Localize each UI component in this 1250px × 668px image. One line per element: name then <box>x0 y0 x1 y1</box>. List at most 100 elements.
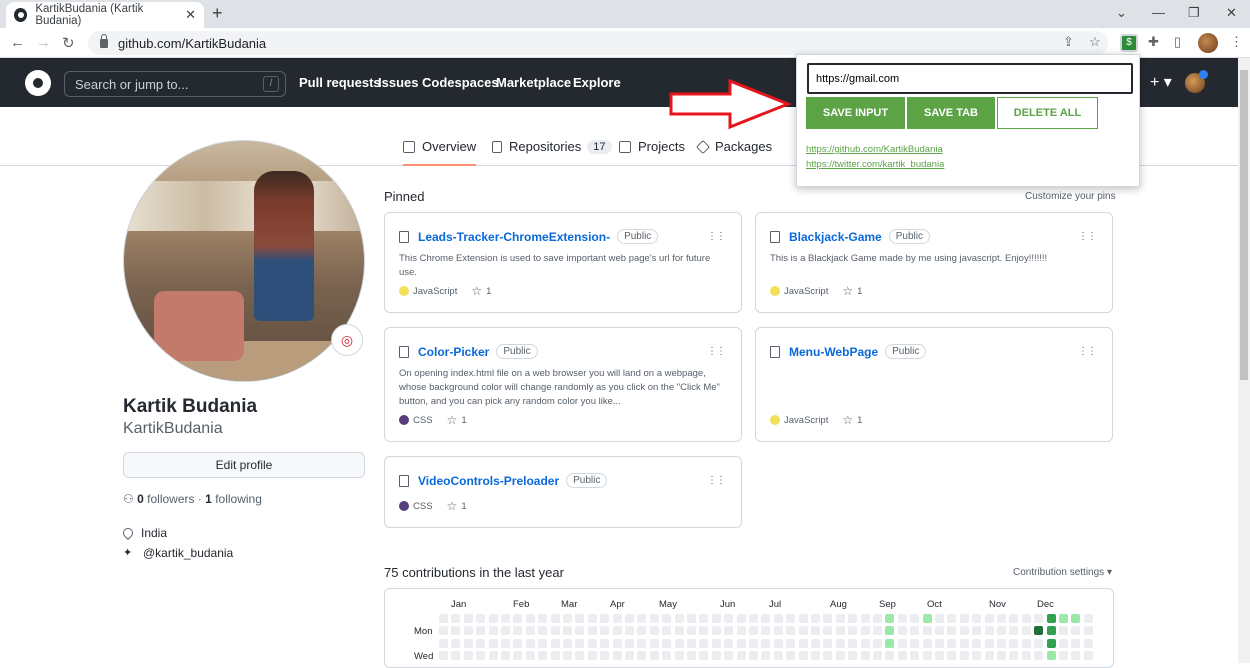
contribution-day-cell[interactable] <box>1083 614 1093 623</box>
contribution-day-cell[interactable] <box>959 626 969 636</box>
page-scrollbar[interactable] <box>1238 58 1250 663</box>
contribution-day-cell[interactable] <box>674 638 684 648</box>
contribution-day-cell[interactable] <box>563 638 572 648</box>
contribution-day-cell[interactable] <box>823 651 833 661</box>
contribution-day-cell[interactable] <box>897 651 907 661</box>
repo-stars[interactable]: 1 <box>857 286 862 297</box>
contribution-day-cell[interactable] <box>860 651 870 661</box>
contribution-day-cell[interactable] <box>513 614 523 623</box>
contribution-day-cell[interactable] <box>860 626 870 636</box>
contribution-day-cell[interactable] <box>972 638 982 648</box>
tab-search-icon[interactable]: ⌄ <box>1116 5 1127 21</box>
address-bar[interactable]: github.com/KartikBudania <box>88 31 1108 55</box>
contribution-day-cell[interactable] <box>997 614 1006 623</box>
contribution-day-cell[interactable] <box>550 638 560 648</box>
nav-issues[interactable]: Issues <box>378 75 418 90</box>
tab-close-icon[interactable]: ✕ <box>185 7 196 23</box>
bookmark-star-icon[interactable]: ☆ <box>1089 34 1101 50</box>
contribution-day-cell[interactable] <box>600 626 610 636</box>
contribution-day-cell[interactable] <box>922 626 932 636</box>
contribution-day-cell[interactable] <box>848 651 858 661</box>
contribution-day-cell[interactable] <box>550 614 560 623</box>
contribution-day-cell[interactable] <box>687 626 696 636</box>
contribution-day-cell[interactable] <box>488 614 498 623</box>
minimize-button[interactable]: — <box>1152 5 1165 20</box>
contribution-day-cell[interactable] <box>947 626 957 636</box>
contribution-day-cell[interactable] <box>749 626 758 636</box>
contribution-day-cell[interactable] <box>873 626 882 636</box>
contribution-day-cell[interactable] <box>501 626 510 636</box>
repo-name-link[interactable]: Leads-Tracker-ChromeExtension- <box>418 230 610 244</box>
contribution-day-cell[interactable] <box>910 614 920 623</box>
side-panel-icon[interactable]: ▯ <box>1174 34 1181 50</box>
contribution-day-cell[interactable] <box>798 614 808 623</box>
share-icon[interactable]: ⇪ <box>1063 34 1074 50</box>
contribution-day-cell[interactable] <box>922 651 932 661</box>
followers-count[interactable]: 0 <box>137 492 144 506</box>
contribution-day-cell[interactable] <box>848 626 858 636</box>
contribution-day-cell[interactable] <box>1021 614 1031 623</box>
drag-grip-icon[interactable]: ⋮⋮ <box>707 475 726 486</box>
contribution-day-cell[interactable] <box>1083 638 1093 648</box>
contribution-day-cell[interactable] <box>1083 651 1093 661</box>
drag-grip-icon[interactable]: ⋮⋮ <box>707 346 726 357</box>
contribution-settings-dropdown[interactable]: Contribution settings ▾ <box>1013 567 1112 578</box>
contribution-day-cell[interactable] <box>1009 651 1019 661</box>
contribution-day-cell[interactable] <box>835 651 845 661</box>
contribution-day-cell[interactable] <box>1034 651 1044 661</box>
contribution-day-cell[interactable] <box>463 614 473 623</box>
contribution-day-cell[interactable] <box>736 626 746 636</box>
contribution-day-cell[interactable] <box>1083 626 1093 636</box>
profile-photo[interactable] <box>123 140 365 382</box>
following-label[interactable]: following <box>215 492 262 506</box>
contribution-day-cell[interactable] <box>811 614 820 623</box>
contribution-day-cell[interactable] <box>761 614 771 623</box>
back-icon[interactable]: ← <box>10 34 25 51</box>
contribution-day-cell[interactable] <box>885 626 895 636</box>
repo-name-link[interactable]: Color-Picker <box>418 345 489 359</box>
forward-icon[interactable]: → <box>36 34 51 51</box>
contribution-day-cell[interactable] <box>476 638 486 648</box>
contribution-day-cell[interactable] <box>662 651 672 661</box>
contribution-day-cell[interactable] <box>835 638 845 648</box>
tab-projects[interactable]: Projects <box>619 139 685 154</box>
contribution-day-cell[interactable] <box>501 638 510 648</box>
contribution-day-cell[interactable] <box>724 626 734 636</box>
browser-tab[interactable]: KartikBudania (Kartik Budania) ✕ <box>6 2 204 28</box>
contribution-day-cell[interactable] <box>563 626 572 636</box>
contribution-day-cell[interactable] <box>612 626 622 636</box>
contribution-day-cell[interactable] <box>439 638 448 648</box>
contribution-day-cell[interactable] <box>848 638 858 648</box>
repo-name-link[interactable]: Menu-WebPage <box>789 345 878 359</box>
contribution-day-cell[interactable] <box>463 651 473 661</box>
contribution-day-cell[interactable] <box>538 651 548 661</box>
contribution-day-cell[interactable] <box>947 614 957 623</box>
contribution-day-cell[interactable] <box>823 614 833 623</box>
leads-tracker-extension-icon[interactable]: $ <box>1120 34 1138 52</box>
contribution-day-cell[interactable] <box>439 626 448 636</box>
contribution-day-cell[interactable] <box>625 614 634 623</box>
contribution-day-cell[interactable] <box>798 638 808 648</box>
contribution-day-cell[interactable] <box>811 651 820 661</box>
contribution-day-cell[interactable] <box>649 626 659 636</box>
contribution-day-cell[interactable] <box>786 626 796 636</box>
contribution-day-cell[interactable] <box>910 626 920 636</box>
contribution-day-cell[interactable] <box>649 614 659 623</box>
contribution-day-cell[interactable] <box>749 638 758 648</box>
repo-name-link[interactable]: Blackjack-Game <box>789 230 882 244</box>
contribution-day-cell[interactable] <box>476 614 486 623</box>
contribution-day-cell[interactable] <box>525 626 535 636</box>
contribution-day-cell[interactable] <box>451 614 461 623</box>
contribution-day-cell[interactable] <box>575 626 585 636</box>
user-avatar-menu[interactable] <box>1185 70 1208 93</box>
nav-codespaces[interactable]: Codespaces <box>422 75 499 90</box>
contribution-day-cell[interactable] <box>575 638 585 648</box>
contribution-day-cell[interactable] <box>662 614 672 623</box>
contribution-day-cell[interactable] <box>811 638 820 648</box>
contribution-day-cell[interactable] <box>538 626 548 636</box>
edit-profile-button[interactable]: Edit profile <box>123 452 365 478</box>
contribution-day-cell[interactable] <box>835 614 845 623</box>
contribution-day-cell[interactable] <box>860 638 870 648</box>
contribution-day-cell[interactable] <box>910 638 920 648</box>
contribution-day-cell[interactable] <box>525 651 535 661</box>
